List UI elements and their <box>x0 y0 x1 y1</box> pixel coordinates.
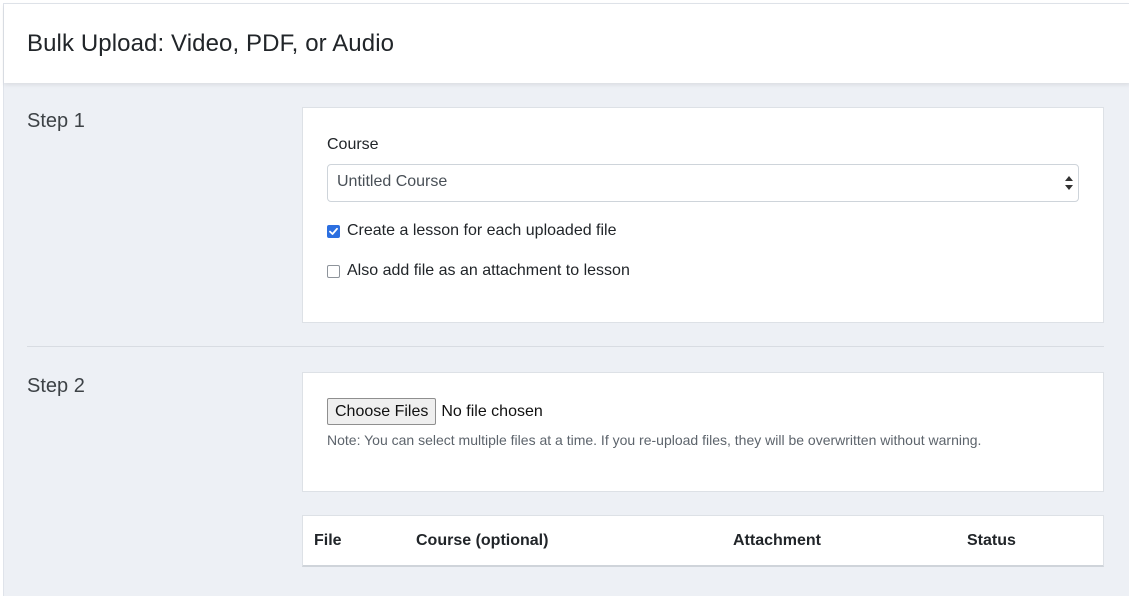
page-frame: Bulk Upload: Video, PDF, or Audio Step 1… <box>3 3 1129 596</box>
file-input[interactable]: Choose Files No file chosen <box>327 398 543 425</box>
choose-files-button[interactable]: Choose Files <box>327 398 437 425</box>
upload-table: File Course (optional) Attachment Status <box>302 515 1104 567</box>
file-status: No file chosen <box>441 402 543 420</box>
create-lesson-checkbox[interactable] <box>327 224 340 238</box>
course-select-value: Untitled Course <box>337 173 448 190</box>
page-header: Bulk Upload: Video, PDF, or Audio <box>4 4 1129 83</box>
check-icon <box>329 227 338 235</box>
step-2-label: Step 2 <box>27 375 85 397</box>
add-attachment-label: Also add file as an attachment to lesson <box>347 262 630 279</box>
step-1-card: Course Untitled Course Create a lesson f… <box>302 107 1104 323</box>
section-divider <box>27 346 1104 347</box>
course-label: Course <box>327 136 379 153</box>
column-header-file: File <box>314 532 342 549</box>
column-header-attachment: Attachment <box>733 532 822 549</box>
step-1-label: Step 1 <box>27 110 85 132</box>
column-header-course: Course (optional) <box>416 532 549 549</box>
add-attachment-option[interactable]: Also add file as an attachment to lesson <box>327 262 630 280</box>
column-header-status: Status <box>967 532 1016 549</box>
sort-arrows-icon <box>1063 174 1075 192</box>
add-attachment-checkbox[interactable] <box>327 264 340 278</box>
page-title: Bulk Upload: Video, PDF, or Audio <box>27 30 395 57</box>
step-2-card: Choose Files No file chosen Note: You ca… <box>302 372 1104 492</box>
upload-note: Note: You can select multiple files at a… <box>327 432 982 448</box>
create-lesson-option[interactable]: Create a lesson for each uploaded file <box>327 222 617 240</box>
course-select[interactable]: Untitled Course <box>327 164 1079 202</box>
create-lesson-label: Create a lesson for each uploaded file <box>347 222 617 239</box>
